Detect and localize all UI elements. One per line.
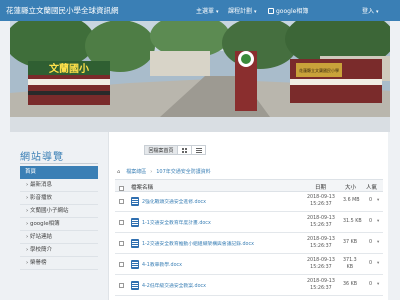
table-row[interactable]: 2強化戰頭交通安全進修.docx 2018-09-13 15:26:37 3.6 … [115, 192, 383, 212]
file-date-day: 2018-09-13 [307, 216, 335, 221]
file-date: 2018-09-13 15:26:37 [307, 279, 335, 292]
file-size: 31.5 KB [343, 219, 362, 224]
file-date-time: 15:26:37 [310, 201, 332, 207]
file-count: 0 [369, 219, 373, 224]
nav-login-label: 登入 [362, 8, 375, 15]
file-date-day: 2018-09-13 [307, 279, 335, 284]
header-name[interactable]: 檔案名稱 [131, 183, 153, 191]
file-size-unit: KB [346, 264, 354, 270]
banner-photo: 文蘭國小 花蓮縣立文蘭國民小學 [10, 21, 390, 117]
word-file-icon [131, 218, 139, 227]
breadcrumb-separator: › [150, 169, 153, 175]
header-size[interactable]: 大小 [345, 183, 356, 191]
gate-sign-text: 文蘭國小 [49, 62, 89, 75]
files-home-button[interactable]: 回檔案首頁 [144, 145, 178, 155]
sidebar: 網站導覽 首頁 › 最新消息 › 影音播放 › 文蘭國小子網站 › google… [10, 132, 105, 300]
site-brand[interactable]: 花蓮縣立文蘭國民小學全球資訊網 [6, 5, 119, 16]
file-count: 0 [369, 261, 373, 266]
header-count[interactable]: 人氣 [366, 183, 377, 191]
sidebar-item-links[interactable]: › 好站連結 [20, 231, 98, 244]
sidebar-item-news[interactable]: › 最新消息 [20, 179, 98, 192]
sidebar-item-videos[interactable]: › 影音播放 [20, 192, 98, 205]
file-date: 2018-09-13 15:26:37 [307, 258, 335, 271]
table-row[interactable]: 1-1交通安全教育年度計畫.docx 2018-09-13 15:26:37 31… [115, 213, 383, 233]
file-size: 36 KB [343, 282, 358, 287]
row-checkbox[interactable] [119, 262, 124, 267]
sidebar-menu: 首頁 › 最新消息 › 影音播放 › 文蘭國小子網站 › google相簿 › … [20, 166, 98, 270]
nav-curriculum-menu[interactable]: 課程計劃 ▾ [228, 6, 257, 15]
sidebar-title: 網站導覽 [20, 152, 64, 163]
file-date: 2018-09-13 15:26:37 [307, 237, 335, 250]
file-size: 37 KB [343, 240, 358, 245]
row-checkbox[interactable] [119, 220, 124, 225]
file-count: 0 [369, 198, 373, 203]
breadcrumb-root[interactable]: 檔案總區 [126, 169, 146, 175]
sidebar-item-about[interactable]: › 學校簡介 [20, 244, 98, 257]
file-name[interactable]: 2強化戰頭交通安全進修.docx [142, 198, 206, 205]
sidebar-item-home[interactable]: 首頁 [20, 166, 98, 179]
file-name[interactable]: 4-1教車教學.docx [142, 261, 182, 268]
file-date: 2018-09-13 15:26:37 [307, 216, 335, 229]
chevron-down-icon: ▾ [376, 9, 379, 15]
file-name[interactable]: 4-2低年級交通安全教案.docx [142, 282, 206, 289]
grid-icon [182, 147, 187, 153]
file-size: 371.3 KB [343, 258, 357, 271]
chevron-down-icon: ▾ [216, 9, 219, 15]
breadcrumb-current[interactable]: 107年交通安全防護資料 [156, 169, 211, 175]
file-date-time: 15:26:37 [310, 285, 332, 291]
chevron-down-icon[interactable]: ▾ [377, 261, 379, 266]
nav-google-album[interactable]: google相簿 [268, 6, 308, 15]
grid-view-button[interactable] [178, 145, 192, 155]
table-row[interactable]: 1-2交通安全教育推動小組組織架構與會議記錄.docx 2018-09-13 15… [115, 234, 383, 254]
file-count: 0 [369, 240, 373, 245]
row-checkbox[interactable] [119, 241, 124, 246]
top-navbar: 花蓮縣立文蘭國民小學全球資訊網 主選單 ▾ 課程計劃 ▾ google相簿 登入 ▾ [0, 0, 400, 21]
table-row[interactable]: 4-2低年級交通安全教案.docx 2018-09-13 15:26:37 36 … [115, 276, 383, 296]
nav-main-menu[interactable]: 主選單 ▾ [196, 6, 219, 15]
header-date[interactable]: 日期 [315, 183, 326, 191]
sidebar-item-honors[interactable]: › 榮譽榜 [20, 257, 98, 270]
file-date: 2018-09-13 15:26:37 [307, 195, 335, 208]
sidebar-divider [20, 163, 98, 164]
word-file-icon [131, 260, 139, 269]
file-date-time: 15:26:37 [310, 264, 332, 270]
chevron-down-icon[interactable]: ▾ [377, 240, 379, 245]
nav-curriculum-label: 課程計劃 [228, 8, 253, 15]
chevron-down-icon[interactable]: ▾ [377, 198, 379, 203]
word-file-icon [131, 197, 139, 206]
file-date-time: 15:26:37 [310, 222, 332, 228]
file-date-day: 2018-09-13 [307, 237, 335, 242]
home-icon[interactable]: ⌂ [117, 169, 120, 175]
table-row[interactable]: 4-1教車教學.docx 2018-09-13 15:26:37 371.3 KB … [115, 255, 383, 275]
file-browser-panel: 回檔案首頁 ⌂ 檔案總區 › 107年交通安全防護資料 檔案名稱 日期 大小 人氣 2… [108, 132, 388, 300]
breadcrumb: ⌂ 檔案總區 › 107年交通安全防護資料 [117, 168, 211, 175]
sidebar-item-subsites[interactable]: › 文蘭國小子網站 [20, 205, 98, 218]
file-count: 0 [369, 282, 373, 287]
nav-login[interactable]: 登入 ▾ [362, 6, 379, 15]
banner-footer-band [10, 117, 390, 132]
chevron-down-icon[interactable]: ▾ [377, 219, 379, 224]
nav-main-menu-label: 主選單 [196, 8, 215, 15]
file-size: 3.6 MB [343, 198, 360, 203]
school-gate-photo: 文蘭國小 花蓮縣立文蘭國民小學 [10, 21, 390, 117]
word-file-icon [131, 281, 139, 290]
gate-plaque-text: 花蓮縣立文蘭國民小學 [299, 67, 339, 73]
nav-google-album-label: google相簿 [276, 8, 309, 15]
album-icon [268, 8, 274, 14]
file-size-value: 371.3 [343, 258, 357, 263]
list-view-button[interactable] [192, 145, 206, 155]
sidebar-item-google-album[interactable]: › google相簿 [20, 218, 98, 231]
list-icon [195, 147, 202, 153]
file-name[interactable]: 1-2交通安全教育推動小組組織架構與會議記錄.docx [142, 240, 254, 247]
row-checkbox[interactable] [119, 283, 124, 288]
chevron-down-icon[interactable]: ▾ [377, 282, 379, 287]
file-name[interactable]: 1-1交通安全教育年度計畫.docx [142, 219, 211, 226]
word-file-icon [131, 239, 139, 248]
file-date-day: 2018-09-13 [307, 258, 335, 263]
file-table-header: 檔案名稱 日期 大小 人氣 [115, 179, 383, 192]
file-date-time: 15:26:37 [310, 243, 332, 249]
row-checkbox[interactable] [119, 199, 124, 204]
file-date-day: 2018-09-13 [307, 195, 335, 200]
chevron-down-icon: ▾ [254, 9, 257, 15]
